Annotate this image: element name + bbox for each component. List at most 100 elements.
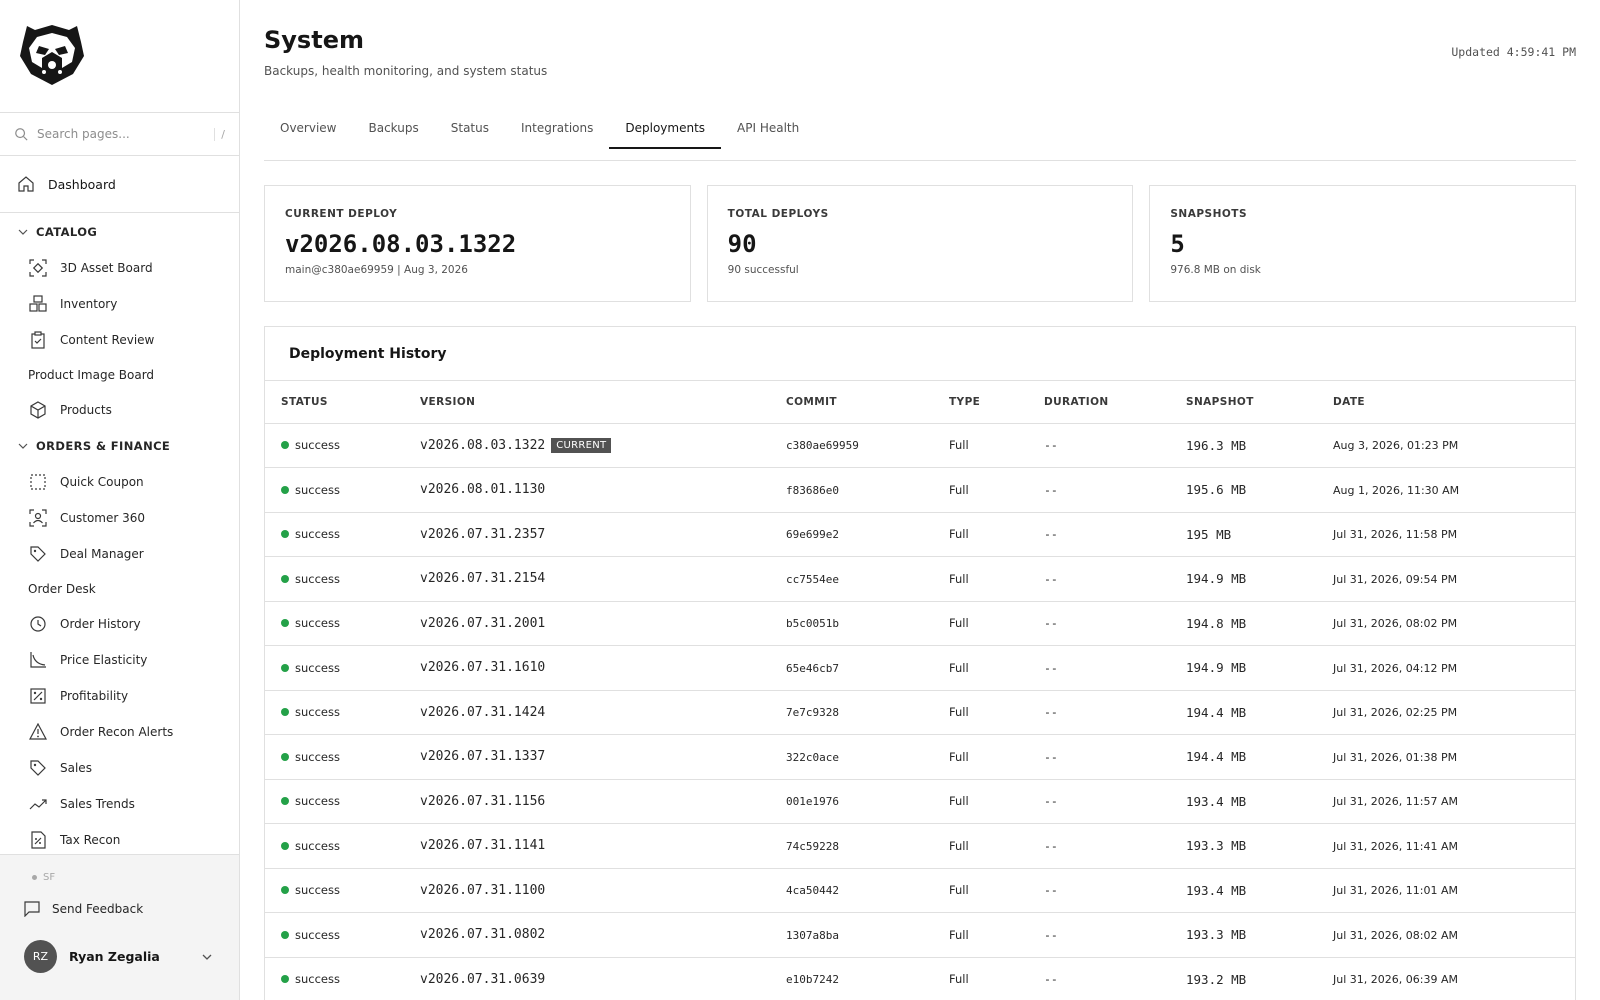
- sidebar-item-product-image-board[interactable]: Product Image Board: [0, 358, 239, 392]
- sidebar-item-sales-trends[interactable]: Sales Trends: [0, 786, 239, 822]
- date-text: Jul 31, 2026, 06:39 AM: [1333, 973, 1458, 987]
- status-text: success: [295, 883, 340, 898]
- type-text: Full: [949, 660, 969, 675]
- sidebar-item-label: Customer 360: [60, 511, 146, 525]
- status-text: success: [295, 794, 340, 809]
- status-cell: success: [265, 467, 404, 513]
- column-header-commit[interactable]: COMMIT: [770, 381, 933, 424]
- section-catalog[interactable]: CATALOG: [0, 214, 239, 250]
- sidebar-item-sales[interactable]: Sales: [0, 750, 239, 786]
- date-text: Jul 31, 2026, 01:38 PM: [1333, 750, 1458, 764]
- date-text: Jul 31, 2026, 02:25 PM: [1333, 706, 1458, 720]
- commit-cell: 69e699e2: [770, 512, 933, 557]
- sidebar-item-customer-360[interactable]: Customer 360: [0, 500, 239, 536]
- snapshot-cell: 194.4 MB: [1170, 690, 1317, 735]
- tab-deployments[interactable]: Deployments: [609, 108, 722, 149]
- sidebar-item-content-review[interactable]: Content Review: [0, 322, 239, 358]
- table-row[interactable]: success v2026.07.31.1610 65e46cb7 Full -…: [265, 645, 1575, 691]
- type-text: Full: [949, 482, 969, 497]
- snapshot-text: 194.4 MB: [1186, 704, 1247, 720]
- column-header-date[interactable]: DATE: [1317, 381, 1575, 424]
- date-text: Aug 3, 2026, 01:23 PM: [1333, 439, 1459, 453]
- commit-cell: c380ae69959: [770, 423, 933, 468]
- column-header-version[interactable]: VERSION: [404, 381, 770, 424]
- chevron-down-icon[interactable]: [201, 951, 213, 963]
- commit-text: 322c0ace: [786, 750, 839, 764]
- table-row[interactable]: success v2026.07.31.1100 4ca50442 Full -…: [265, 868, 1575, 913]
- table-row[interactable]: success v2026.07.31.1156 001e1976 Full -…: [265, 779, 1575, 824]
- table-row[interactable]: success v2026.08.03.1322 CURRENT c380ae69…: [265, 423, 1575, 468]
- status-cell: success: [265, 556, 404, 602]
- table-row[interactable]: success v2026.07.31.2357 69e699e2 Full -…: [265, 512, 1575, 557]
- sidebar-nav[interactable]: CATALOG 3D Asset Board Inventory Content…: [0, 214, 239, 854]
- table-header-row: STATUS VERSION COMMIT TYPE DURATION SNAP…: [265, 381, 1575, 424]
- card-value: 5: [1170, 230, 1185, 258]
- duration-text: --: [1044, 838, 1058, 853]
- sidebar-item-products[interactable]: Products: [0, 392, 239, 428]
- table-row[interactable]: success v2026.07.31.0639 e10b7242 Full -…: [265, 957, 1575, 1000]
- sidebar-item-order-recon-alerts[interactable]: Order Recon Alerts: [0, 714, 239, 750]
- snapshot-cell: 193.4 MB: [1170, 868, 1317, 913]
- tab-api-health[interactable]: API Health: [721, 108, 815, 148]
- table-row[interactable]: success v2026.07.31.0802 1307a8ba Full -…: [265, 912, 1575, 958]
- sidebar-item-tax-recon[interactable]: Tax Recon: [0, 822, 239, 854]
- snapshot-cell: 194.8 MB: [1170, 601, 1317, 646]
- tab-overview[interactable]: Overview: [264, 108, 353, 148]
- version-text: v2026.07.31.1337: [420, 749, 546, 765]
- table-row[interactable]: success v2026.07.31.1141 74c59228 Full -…: [265, 823, 1575, 869]
- date-cell: Jul 31, 2026, 09:54 PM: [1317, 556, 1575, 602]
- sidebar-item-price-elasticity[interactable]: Price Elasticity: [0, 642, 239, 678]
- column-header-duration[interactable]: DURATION: [1028, 381, 1170, 424]
- table-row[interactable]: success v2026.07.31.1337 322c0ace Full -…: [265, 734, 1575, 780]
- sidebar-item-profitability[interactable]: Profitability: [0, 678, 239, 714]
- logo-icon[interactable]: [17, 22, 87, 88]
- table-row[interactable]: success v2026.07.31.2154 cc7554ee Full -…: [265, 556, 1575, 602]
- type-text: Full: [949, 794, 969, 809]
- sidebar-item-inventory[interactable]: Inventory: [0, 286, 239, 322]
- column-header-snapshot[interactable]: SNAPSHOT: [1170, 381, 1317, 424]
- send-feedback-button[interactable]: Send Feedback: [24, 901, 143, 917]
- date-text: Jul 31, 2026, 08:02 PM: [1333, 617, 1458, 631]
- snapshot-text: 193.2 MB: [1186, 971, 1247, 987]
- commit-cell: b5c0051b: [770, 601, 933, 646]
- snapshot-cell: 196.3 MB: [1170, 423, 1317, 468]
- tab-integrations[interactable]: Integrations: [505, 108, 609, 148]
- search-box[interactable]: /: [0, 113, 239, 156]
- curve-chart-icon: [30, 652, 46, 668]
- status-dot: [281, 485, 289, 494]
- version-text: v2026.08.01.1130: [420, 482, 546, 498]
- logo-area: [0, 0, 239, 113]
- sidebar-item-3d-asset-board[interactable]: 3D Asset Board: [0, 250, 239, 286]
- chevron-down-icon: [18, 229, 28, 235]
- table-row[interactable]: success v2026.07.31.2001 b5c0051b Full -…: [265, 601, 1575, 646]
- commit-text: 74c59228: [786, 839, 839, 853]
- duration-cell: --: [1028, 868, 1170, 913]
- message-icon: [24, 901, 40, 917]
- sidebar-item-quick-coupon[interactable]: Quick Coupon: [0, 464, 239, 500]
- tab-backups[interactable]: Backups: [353, 108, 435, 148]
- status-cell: success: [265, 512, 404, 557]
- column-header-status[interactable]: STATUS: [265, 381, 404, 424]
- column-header-type[interactable]: TYPE: [933, 381, 1028, 424]
- section-orders-finance[interactable]: ORDERS & FINANCE: [0, 428, 239, 464]
- sidebar-item-order-desk[interactable]: Order Desk: [0, 572, 239, 606]
- home-icon: [18, 176, 34, 192]
- tab-status[interactable]: Status: [435, 108, 505, 148]
- search-input[interactable]: [37, 127, 215, 141]
- table-row[interactable]: success v2026.07.31.1424 7e7c9328 Full -…: [265, 690, 1575, 735]
- duration-cell: --: [1028, 957, 1170, 1000]
- date-text: Jul 31, 2026, 11:58 PM: [1333, 528, 1458, 542]
- snapshots-card: SNAPSHOTS 5 976.8 MB on disk: [1149, 185, 1577, 302]
- sidebar-item-deal-manager[interactable]: Deal Manager: [0, 536, 239, 572]
- sidebar-item-dashboard[interactable]: Dashboard: [0, 156, 239, 213]
- sidebar-item-order-history[interactable]: Order History: [0, 606, 239, 642]
- table-row[interactable]: success v2026.08.01.1130 f83686e0 Full -…: [265, 467, 1575, 513]
- date-text: Jul 31, 2026, 11:01 AM: [1333, 884, 1458, 898]
- status-dot: [32, 875, 37, 880]
- coupon-icon: [30, 474, 46, 490]
- status-text: success: [295, 571, 340, 586]
- current-deploy-card: CURRENT DEPLOY v2026.08.03.1322 main@c38…: [264, 185, 691, 302]
- user-menu[interactable]: RZ Ryan Zegalia: [24, 940, 213, 973]
- date-text: Jul 31, 2026, 11:41 AM: [1333, 839, 1458, 853]
- type-cell: Full: [933, 645, 1028, 691]
